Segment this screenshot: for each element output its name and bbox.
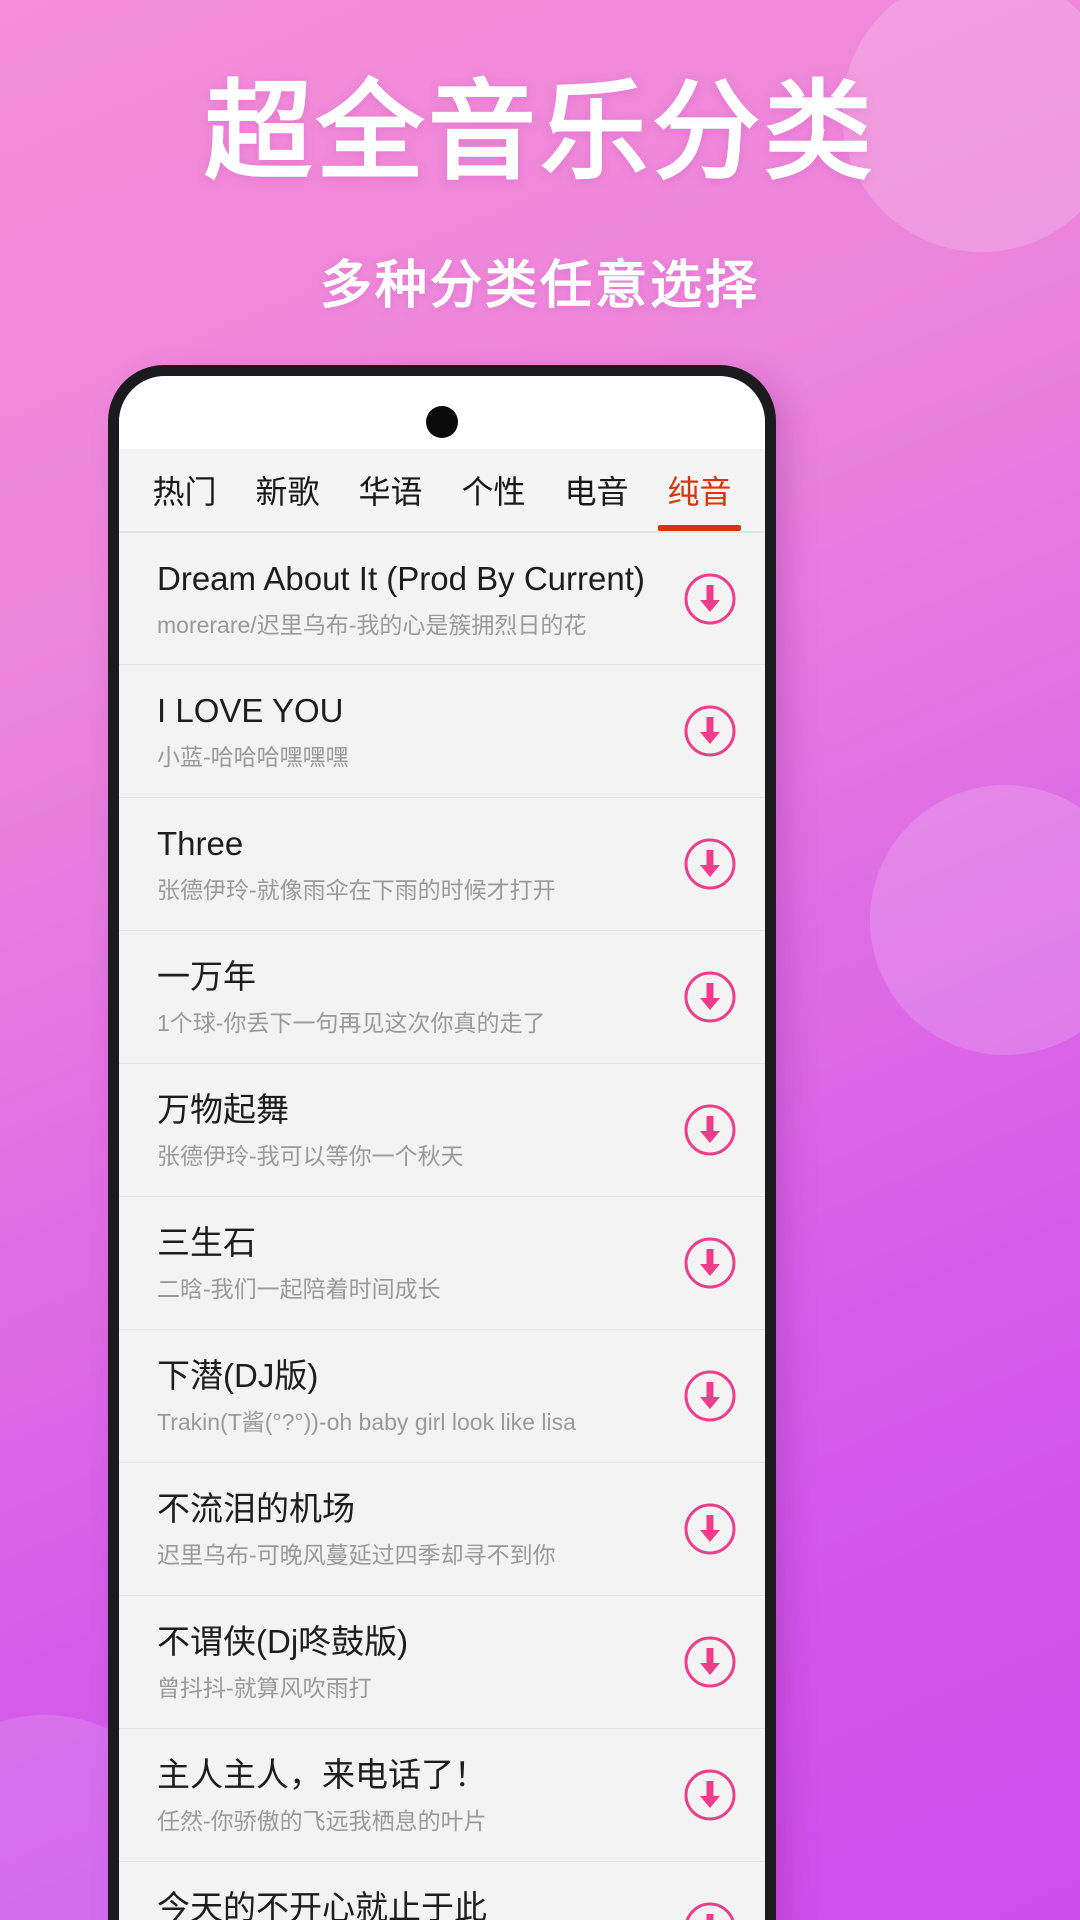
download-icon[interactable] <box>681 968 739 1026</box>
download-icon[interactable] <box>681 1234 739 1292</box>
promo-subheadline: 多种分类任意选择 <box>319 257 760 316</box>
song-title: 不流泪的机场 <box>157 1490 355 1528</box>
song-row[interactable]: 万物起舞张德伊玲-我可以等你一个秋天 <box>119 1064 765 1197</box>
song-title: 万物起舞 <box>157 1091 289 1129</box>
tab-1[interactable]: 热门 <box>133 449 236 531</box>
download-icon[interactable] <box>681 835 739 893</box>
song-text: 一万年 1个球-你丢下一句再见这次你真的走了 <box>157 956 659 1038</box>
decorative-circle-mid-right <box>870 785 1080 1055</box>
song-subtitle: 曾抖抖-就算风吹雨打 <box>157 1675 372 1702</box>
song-title: Dream About It (Prod By Current) <box>157 559 645 597</box>
song-text: 三生石二晗-我们一起陪着时间成长 <box>157 1222 659 1304</box>
song-text: 下潜(DJ版) Trakin(T酱(°?°))-oh baby girl look… <box>157 1355 659 1437</box>
song-text: I LOVE YOU 小蓝-哈哈哈嘿嘿嘿 <box>157 690 659 772</box>
song-text: 万物起舞张德伊玲-我可以等你一个秋天 <box>157 1089 659 1171</box>
song-subtitle: 张德伊玲-就像雨伞在下雨的时候才打开 <box>157 877 556 904</box>
phone-mockup: 热门 新歌 华语 个性 电音 纯音 Dream About It (Prod By Cur… <box>108 365 776 1920</box>
song-row[interactable]: I LOVE YOU 小蓝-哈哈哈嘿嘿嘿 <box>119 665 765 798</box>
promo-screenshot: 超全音乐分类 多种分类任意选择 热门 新歌 华语 个性 电音 纯音 Dream About… <box>0 0 1080 1920</box>
promo-text-block: 超全音乐分类 多种分类任意选择 <box>0 68 1080 318</box>
download-icon[interactable] <box>681 1766 739 1824</box>
song-row[interactable]: 不流泪的机场迟里乌布-可晚风蔓延过四季却寻不到你 <box>119 1463 765 1596</box>
tab-4[interactable]: 个性 <box>442 449 545 531</box>
song-subtitle: 1个球-你丢下一句再见这次你真的走了 <box>157 1010 546 1037</box>
song-row[interactable]: 不谓侠(Dj咚鼓版) 曾抖抖-就算风吹雨打 <box>119 1596 765 1729</box>
song-row[interactable]: 主人主人，来电话了！ 任然-你骄傲的飞远我栖息的叶片 <box>119 1729 765 1862</box>
song-text: 不流泪的机场迟里乌布-可晚风蔓延过四季却寻不到你 <box>157 1488 659 1570</box>
song-subtitle: 张德伊玲-我可以等你一个秋天 <box>157 1143 464 1170</box>
song-title: 三生石 <box>157 1224 256 1262</box>
song-subtitle: Trakin(T酱(°?°))-oh baby girl look like l… <box>157 1409 576 1436</box>
punch-hole-camera-icon <box>426 406 458 438</box>
song-subtitle: 小蓝-哈哈哈嘿嘿嘿 <box>157 744 349 771</box>
song-row[interactable]: 三生石二晗-我们一起陪着时间成长 <box>119 1197 765 1330</box>
download-icon[interactable] <box>681 1101 739 1159</box>
song-title: I LOVE YOU <box>157 692 344 730</box>
download-icon[interactable] <box>681 702 739 760</box>
tab-3[interactable]: 华语 <box>339 449 442 531</box>
download-icon[interactable] <box>681 1899 739 1920</box>
download-icon[interactable] <box>681 570 739 628</box>
phone-status-bar <box>119 376 765 449</box>
song-title: 今天的不开心就止于此 <box>157 1889 487 1920</box>
song-row[interactable]: 下潜(DJ版) Trakin(T酱(°?°))-oh baby girl look… <box>119 1330 765 1463</box>
song-subtitle: 迟里乌布-可晚风蔓延过四季却寻不到你 <box>157 1542 556 1569</box>
song-subtitle: 任然-你骄傲的飞远我栖息的叶片 <box>157 1808 487 1835</box>
song-subtitle: morerare/迟里乌布-我的心是簇拥烈日的花 <box>157 611 587 638</box>
song-list[interactable]: Dream About It (Prod By Current) morerare… <box>119 532 765 1920</box>
promo-headline: 超全音乐分类 <box>203 71 876 192</box>
download-icon[interactable] <box>681 1367 739 1425</box>
song-title: 主人主人，来电话了！ <box>157 1756 487 1794</box>
song-subtitle: 二晗-我们一起陪着时间成长 <box>157 1276 441 1303</box>
song-row[interactable]: Dream About It (Prod By Current) morerare… <box>119 532 765 665</box>
song-text: 不谓侠(Dj咚鼓版) 曾抖抖-就算风吹雨打 <box>157 1621 659 1703</box>
song-row[interactable]: 今天的不开心就止于此程响-只能将原谅写在故事终章 <box>119 1862 765 1920</box>
song-text: Dream About It (Prod By Current) morerare… <box>157 558 659 640</box>
download-icon[interactable] <box>681 1500 739 1558</box>
song-title: 下潜(DJ版) <box>157 1357 319 1395</box>
song-title: 一万年 <box>157 958 256 996</box>
tab-2[interactable]: 新歌 <box>236 449 339 531</box>
song-text: 主人主人，来电话了！ 任然-你骄傲的飞远我栖息的叶片 <box>157 1754 659 1836</box>
download-icon[interactable] <box>681 1633 739 1691</box>
song-text: Three 张德伊玲-就像雨伞在下雨的时候才打开 <box>157 823 659 905</box>
song-text: 今天的不开心就止于此程响-只能将原谅写在故事终章 <box>157 1887 659 1920</box>
tab-6[interactable]: 纯音 <box>648 449 751 531</box>
phone-screen: 热门 新歌 华语 个性 电音 纯音 Dream About It (Prod By Cur… <box>119 376 765 1920</box>
song-row[interactable]: 一万年 1个球-你丢下一句再见这次你真的走了 <box>119 931 765 1064</box>
tab-5[interactable]: 电音 <box>545 449 648 531</box>
category-tab-bar[interactable]: 热门 新歌 华语 个性 电音 纯音 <box>119 449 765 532</box>
song-title: Three <box>157 825 244 863</box>
song-title: 不谓侠(Dj咚鼓版) <box>157 1623 409 1661</box>
song-row[interactable]: Three 张德伊玲-就像雨伞在下雨的时候才打开 <box>119 798 765 931</box>
